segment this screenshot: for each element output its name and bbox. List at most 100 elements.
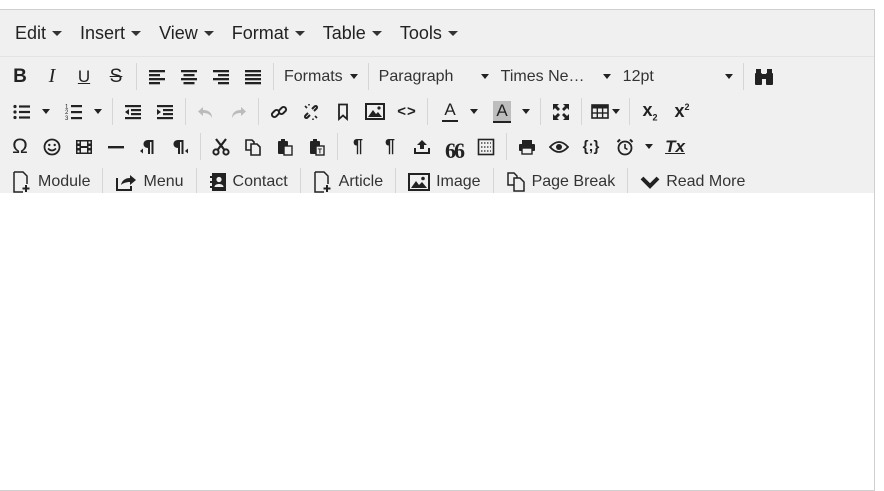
indent-button[interactable] <box>150 97 180 127</box>
module-button[interactable]: Module <box>4 167 98 197</box>
remove-link-button[interactable] <box>296 97 326 127</box>
insert-link-button[interactable] <box>264 97 294 127</box>
find-replace-button[interactable] <box>749 62 779 92</box>
braces-icon: {;} <box>582 138 600 155</box>
menu-edit[interactable]: Edit <box>6 10 71 56</box>
image-button[interactable]: Image <box>400 167 488 197</box>
blockquote-button[interactable]: 66 <box>439 132 469 162</box>
insert-media-button[interactable] <box>69 132 99 162</box>
separator <box>581 98 582 125</box>
redo-button[interactable] <box>223 97 253 127</box>
read-more-button[interactable]: Read More <box>632 167 753 197</box>
paste-text-icon: T <box>310 138 325 156</box>
emoticons-button[interactable] <box>37 132 67 162</box>
align-justify-button[interactable] <box>238 62 268 92</box>
page-break-icon <box>477 138 495 155</box>
numbered-list-button[interactable]: 123 <box>57 97 87 127</box>
separator <box>427 98 428 125</box>
insert-template-button[interactable] <box>407 132 437 162</box>
align-right-button[interactable] <box>206 62 236 92</box>
separator <box>185 98 186 125</box>
svg-text:T: T <box>318 148 323 155</box>
page-break-addon-button[interactable]: Page Break <box>498 167 624 197</box>
font-family-dropdown[interactable]: Times Ne… <box>495 62 617 92</box>
separator <box>273 63 274 90</box>
fullscreen-button[interactable] <box>546 97 576 127</box>
visual-chars-button[interactable]: ¶ <box>375 132 405 162</box>
separator <box>337 133 338 160</box>
menu-tools[interactable]: Tools <box>391 10 467 56</box>
table-button[interactable] <box>587 97 624 127</box>
article-button[interactable]: Article <box>305 167 391 197</box>
contact-button[interactable]: Contact <box>201 167 296 197</box>
bold-button[interactable]: B <box>5 62 35 92</box>
code-sample-button[interactable]: {;} <box>576 132 606 162</box>
font-size-dropdown[interactable]: 12pt <box>617 62 739 92</box>
outdent-button[interactable] <box>118 97 148 127</box>
bullet-list-options[interactable] <box>37 97 55 127</box>
print-button[interactable] <box>512 132 542 162</box>
print-icon <box>519 139 535 155</box>
insert-datetime-button[interactable] <box>608 132 638 162</box>
paste-button[interactable] <box>270 132 300 162</box>
subscript-button[interactable]: x2 <box>635 97 665 127</box>
strikethrough-icon: S <box>109 65 123 87</box>
cut-button[interactable] <box>206 132 236 162</box>
text-color-button[interactable]: A <box>433 97 463 127</box>
menu-table[interactable]: Table <box>314 10 391 56</box>
align-left-button[interactable] <box>142 62 172 92</box>
undo-button[interactable] <box>191 97 221 127</box>
menu-format[interactable]: Format <box>223 10 314 56</box>
background-color-options[interactable] <box>517 97 535 127</box>
file-plus-icon <box>12 170 32 193</box>
menu-view[interactable]: View <box>150 10 223 56</box>
ltr-button[interactable] <box>133 132 163 162</box>
italic-icon: I <box>48 65 56 87</box>
superscript-button[interactable]: x2 <box>667 97 697 127</box>
show-blocks-button[interactable]: ¶ <box>343 132 373 162</box>
ltr-icon <box>140 139 154 154</box>
menu-link-button[interactable]: Menu <box>107 167 191 197</box>
numbered-list-options[interactable] <box>89 97 107 127</box>
page-break-label: Page Break <box>531 172 616 190</box>
bullet-list-icon <box>13 104 30 119</box>
scissors-icon <box>212 137 230 156</box>
eye-icon <box>549 140 569 153</box>
page-break-button[interactable] <box>471 132 501 162</box>
editor-content-area[interactable] <box>0 193 874 483</box>
outdent-icon <box>125 104 141 119</box>
copy-button[interactable] <box>238 132 268 162</box>
image-label: Image <box>436 172 481 190</box>
italic-button[interactable]: I <box>37 62 67 92</box>
file-plus-icon <box>313 170 333 193</box>
anchor-button[interactable] <box>328 97 358 127</box>
chevron-down-icon <box>371 30 382 36</box>
paste-as-text-button[interactable]: T <box>302 132 332 162</box>
text-color-options[interactable] <box>465 97 483 127</box>
menubar: Edit Insert View Format Table Tools <box>0 10 874 57</box>
insert-datetime-options[interactable] <box>640 132 658 162</box>
source-code-button[interactable]: <> <box>392 97 422 127</box>
preview-button[interactable] <box>544 132 574 162</box>
image-icon <box>365 103 385 120</box>
horizontal-line-button[interactable] <box>101 132 131 162</box>
redo-icon <box>232 106 246 118</box>
align-center-button[interactable] <box>174 62 204 92</box>
insert-image-button[interactable] <box>360 97 390 127</box>
special-character-button[interactable]: Ω <box>5 132 35 162</box>
indent-icon <box>157 104 173 119</box>
strikethrough-button[interactable]: S <box>101 62 131 92</box>
background-color-button[interactable]: A <box>485 97 515 127</box>
separator <box>299 168 301 195</box>
separator <box>506 133 507 160</box>
underline-button[interactable]: U <box>69 62 99 92</box>
rtl-button[interactable] <box>165 132 195 162</box>
unlink-icon <box>303 103 319 120</box>
menu-insert[interactable]: Insert <box>71 10 150 56</box>
formats-dropdown[interactable]: Formats <box>278 62 364 92</box>
bullet-list-button[interactable] <box>5 97 35 127</box>
block-format-dropdown[interactable]: Paragraph <box>373 62 495 92</box>
pilcrow-icon: ¶ <box>384 136 395 156</box>
clear-formatting-button[interactable]: Tx <box>660 132 690 162</box>
superscript-mark: 2 <box>684 102 690 112</box>
